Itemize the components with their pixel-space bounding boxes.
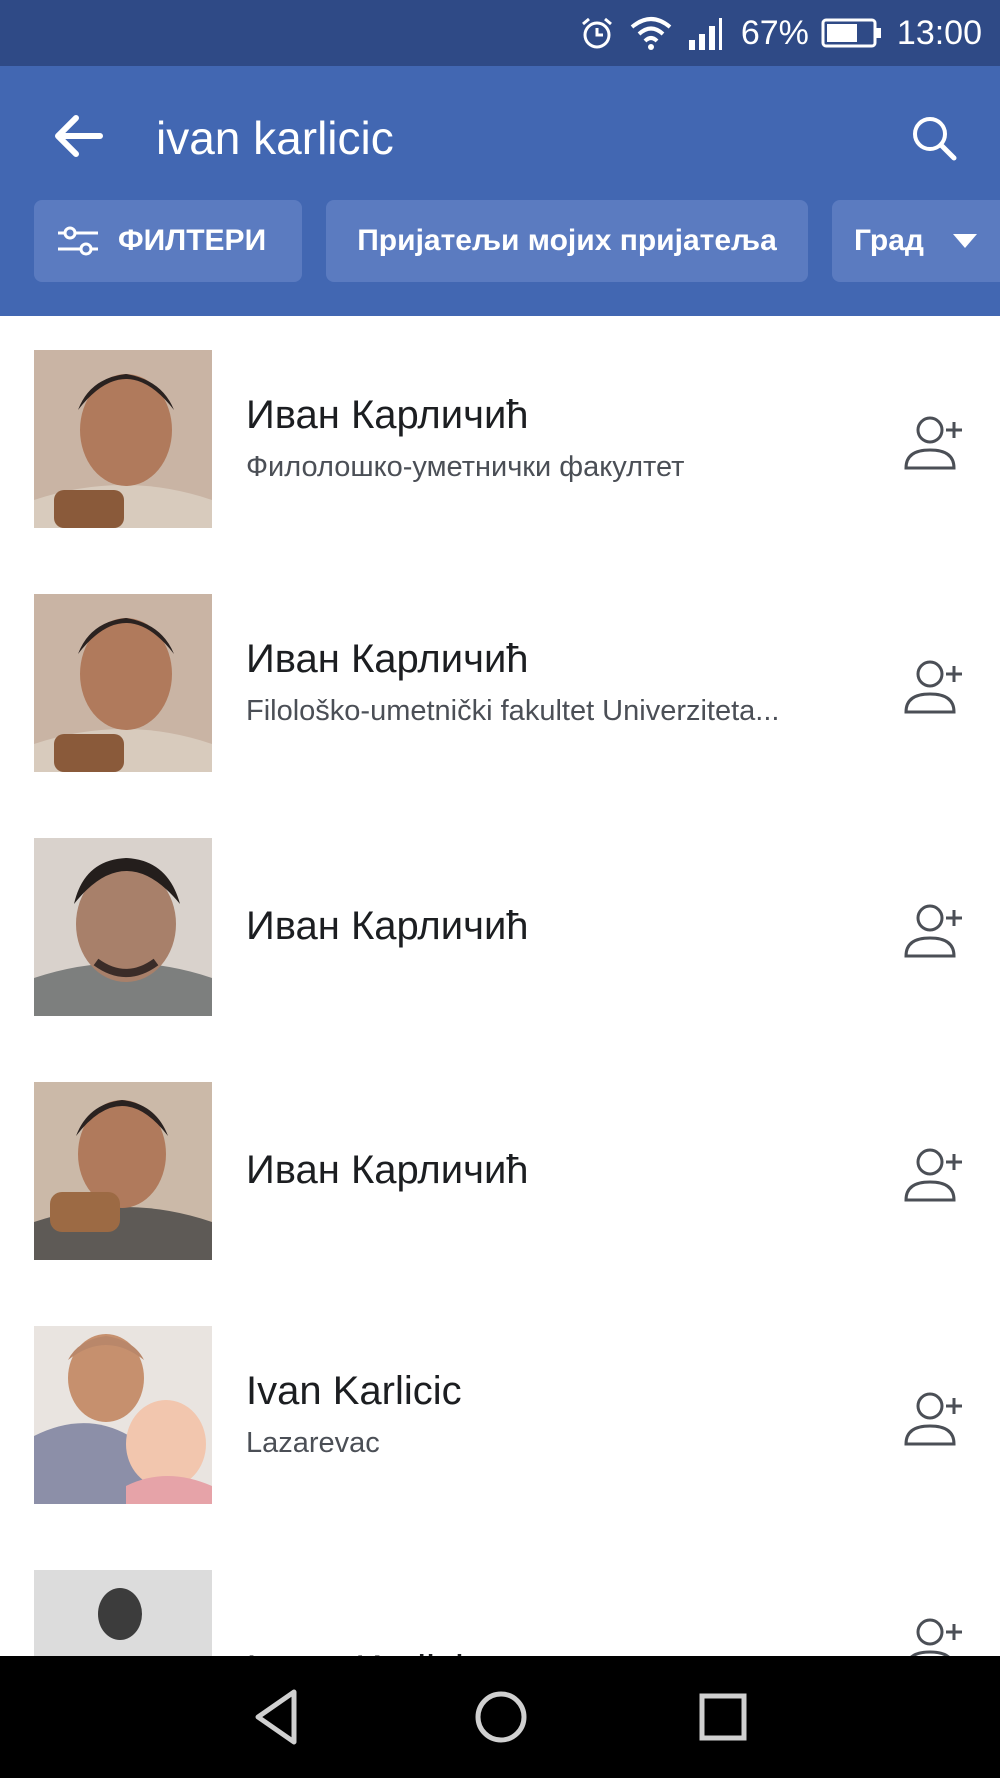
result-row[interactable]: Иван Карличић Filološko-umetnički fakult…	[0, 560, 1000, 804]
battery-percent: 67%	[740, 13, 809, 52]
result-row[interactable]: Иван Карличић Филолошко-уметнички факулт…	[0, 316, 1000, 560]
friends-of-friends-label: Пријатељи мојих пријатеља	[357, 224, 777, 257]
filter-chips: ФИЛТЕРИ Пријатељи мојих пријатеља Град	[0, 200, 1000, 284]
add-friend-icon[interactable]	[900, 1384, 970, 1454]
result-row[interactable]: Иван Карличић	[0, 804, 1000, 1048]
search-results-list: Иван Карличић Филолошко-уметнички факулт…	[0, 316, 1000, 1656]
result-name[interactable]: Иван Карличић	[246, 1144, 880, 1196]
result-row[interactable]: Ivana Karlicic	[0, 1536, 1000, 1656]
back-arrow-icon[interactable]	[48, 106, 108, 166]
avatar[interactable]	[34, 1326, 212, 1504]
signal-icon	[688, 18, 722, 50]
friends-of-friends-filter[interactable]: Пријатељи мојих пријатеља	[326, 200, 808, 282]
add-friend-icon[interactable]	[900, 896, 970, 966]
result-name[interactable]: Иван Карличић	[246, 633, 880, 685]
city-filter[interactable]: Град	[832, 200, 1000, 282]
result-name[interactable]: Иван Карличић	[246, 389, 880, 441]
result-subtitle: Filološko-umetnički fakultet Univerzitet…	[246, 695, 780, 727]
result-name[interactable]: Иван Карличић	[246, 900, 880, 952]
avatar[interactable]	[34, 838, 212, 1016]
avatar[interactable]	[34, 1082, 212, 1260]
nav-recents-icon[interactable]	[690, 1684, 756, 1750]
avatar[interactable]	[34, 594, 212, 772]
sliders-icon	[58, 226, 98, 256]
filters-button[interactable]: ФИЛТЕРИ	[34, 200, 302, 282]
battery-icon	[821, 18, 881, 48]
result-row[interactable]: Иван Карличић	[0, 1048, 1000, 1292]
alarm-icon	[581, 17, 612, 49]
search-query-field[interactable]: ivan karlicic	[156, 108, 394, 168]
filters-label: ФИЛТЕРИ	[118, 224, 267, 257]
status-bar: 67% 13:00	[0, 0, 1000, 66]
search-icon[interactable]	[906, 110, 962, 166]
clock: 13:00	[896, 13, 982, 52]
result-row[interactable]: Ivan Karlicic Lazarevac	[0, 1292, 1000, 1536]
system-nav-bar	[0, 1656, 1000, 1778]
nav-back-icon[interactable]	[246, 1684, 312, 1750]
city-label: Град	[854, 224, 924, 257]
add-friend-icon[interactable]	[900, 652, 970, 722]
avatar[interactable]	[34, 1570, 212, 1656]
result-name[interactable]: Ivana Karlicic	[246, 1644, 880, 1656]
search-app-bar: ivan karlicic ФИЛТЕРИ Пријатељи мојих пр…	[0, 66, 1000, 316]
avatar[interactable]	[34, 350, 212, 528]
nav-home-icon[interactable]	[468, 1684, 534, 1750]
add-friend-icon[interactable]	[900, 1610, 970, 1656]
add-friend-icon[interactable]	[900, 408, 970, 478]
wifi-icon	[630, 17, 672, 50]
result-subtitle: Lazarevac	[246, 1427, 380, 1459]
add-friend-icon[interactable]	[900, 1140, 970, 1210]
result-name[interactable]: Ivan Karlicic	[246, 1365, 880, 1417]
caret-down-icon	[952, 234, 977, 248]
result-subtitle: Филолошко-уметнички факултет	[246, 451, 685, 483]
